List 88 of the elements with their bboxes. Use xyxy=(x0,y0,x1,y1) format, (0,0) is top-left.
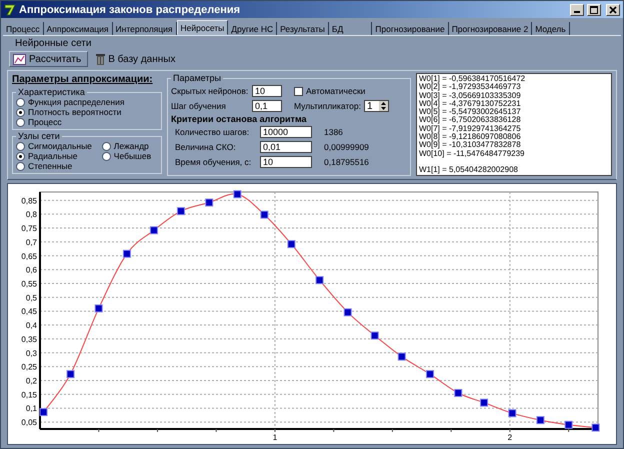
section-heading: Параметры аппроксимации: xyxy=(12,73,154,86)
y-tick-label: 0,75 xyxy=(21,224,37,234)
y-tick-label: 0,6 xyxy=(26,266,37,275)
radio-option[interactable]: Процесс xyxy=(16,117,62,127)
y-tick-label: 0,2 xyxy=(26,376,37,386)
tab[interactable]: Другие НС xyxy=(228,22,278,35)
input-field[interactable]: 10000 xyxy=(260,126,312,138)
data-point xyxy=(122,250,131,258)
group-title: Параметры xyxy=(172,73,222,83)
group-title: Характеристика xyxy=(17,87,86,97)
maximize-button[interactable] xyxy=(587,4,601,16)
data-point xyxy=(40,408,48,416)
minimize-icon xyxy=(574,11,580,13)
checkbox-label: Автоматически xyxy=(306,86,366,96)
radio-option[interactable]: Степенные xyxy=(16,161,99,171)
radio-option[interactable]: Сигмоидальные xyxy=(16,141,99,151)
data-point xyxy=(287,240,296,248)
y-tick-label: 0,25 xyxy=(21,362,37,372)
data-point xyxy=(316,276,324,284)
y-tick-label: 0,85 xyxy=(21,196,37,206)
y-tick-label: 0,4 xyxy=(26,321,37,330)
y-tick-label: 0,45 xyxy=(21,307,37,316)
tab[interactable]: Аппроксимация xyxy=(44,22,113,35)
data-point xyxy=(508,409,516,418)
field-label: Количество шагов: xyxy=(174,127,250,137)
bin-icon xyxy=(96,53,106,65)
radio-option[interactable]: Лежандр xyxy=(102,141,158,151)
y-tick-label: 0,5 xyxy=(26,294,37,303)
data-point xyxy=(233,190,242,198)
field-label: Величина СКО: xyxy=(174,142,237,152)
data-point xyxy=(426,370,434,378)
field-label: Время обучения, с: xyxy=(174,157,252,167)
result-value: 1386 xyxy=(324,127,343,137)
section-heading: Критерии останова алгоритма xyxy=(171,114,306,124)
data-point xyxy=(480,398,488,407)
radio-option[interactable]: Чебышев xyxy=(102,151,158,161)
data-point xyxy=(370,332,379,340)
y-tick-label: 0,65 xyxy=(21,252,37,262)
input-field[interactable]: 0,1 xyxy=(252,100,282,112)
y-tick-label: 0,1 xyxy=(26,404,37,414)
y-tick-label: 0,7 xyxy=(26,238,37,248)
input-field[interactable]: 10 xyxy=(252,85,282,97)
checkbox[interactable] xyxy=(294,86,303,96)
data-point xyxy=(205,198,214,207)
data-point xyxy=(536,416,544,424)
tab[interactable]: Нейросеты xyxy=(176,20,228,35)
app-icon xyxy=(4,4,16,16)
data-point xyxy=(260,211,268,219)
field-label: Скрытых нейронов: xyxy=(171,86,249,96)
radio-option[interactable]: Функция распределения xyxy=(16,97,124,107)
close-icon xyxy=(609,6,617,14)
y-tick-label: 0,8 xyxy=(26,210,37,220)
group-title: Узлы сети xyxy=(17,131,61,141)
y-tick-label: 0,35 xyxy=(21,335,37,344)
x-tick-label: 1 xyxy=(272,433,278,442)
data-point xyxy=(150,226,158,235)
maximize-icon xyxy=(590,6,598,14)
spin-field[interactable]: 1 xyxy=(364,100,389,112)
y-tick-label: 0,3 xyxy=(26,349,37,358)
chart-icon xyxy=(13,54,26,64)
data-point xyxy=(176,207,185,216)
data-point xyxy=(592,424,600,432)
field-label: Мультипликатор: xyxy=(294,101,361,111)
y-tick-label: 0,15 xyxy=(21,390,37,400)
radio-option[interactable]: Радиальные xyxy=(16,151,99,161)
data-point xyxy=(398,352,406,361)
data-point xyxy=(94,304,103,313)
window-title: Аппроксимация законов распределения xyxy=(19,4,242,16)
field-label: Шаг обучения xyxy=(171,101,227,111)
spin-value[interactable]: 1 xyxy=(366,100,377,112)
radio-option[interactable]: Плотность вероятности xyxy=(16,107,122,117)
weights-text-area: W0[1] = -0,596384170516472 W0[2] = -1,97293534469773 W0[3] = -3,05669103335309 W0[4] = -4,37679130752231 W0[5] = -5,54793002645137 W0[6] = -6,75020633836128 W0[7] = -7,91929741364275 W0[8] = -9,12186097080806 W0[9] = -10,3103477832878 W0[10] = -11,5476484779239 W1[1] = 5,05404282002908 xyxy=(416,73,612,176)
close-button[interactable] xyxy=(606,4,620,16)
data-point xyxy=(66,370,75,378)
data-point xyxy=(454,389,462,398)
spin-arrows-icon[interactable] xyxy=(378,101,388,111)
y-tick-label: 0,55 xyxy=(21,280,37,289)
x-tick-label: 2 xyxy=(508,433,512,442)
group-title: Нейронные сети xyxy=(14,38,92,49)
input-field[interactable]: 10 xyxy=(260,156,312,168)
calculate-button[interactable]: Рассчитать xyxy=(9,51,88,67)
minimize-button[interactable] xyxy=(570,4,584,16)
y-tick-label: 0,05 xyxy=(21,418,37,428)
data-point xyxy=(564,421,573,430)
result-value: 0,00999909 xyxy=(324,142,369,152)
input-field[interactable]: 0,01 xyxy=(260,141,312,153)
result-value: 0,18795516 xyxy=(324,157,369,167)
data-point xyxy=(344,308,352,317)
